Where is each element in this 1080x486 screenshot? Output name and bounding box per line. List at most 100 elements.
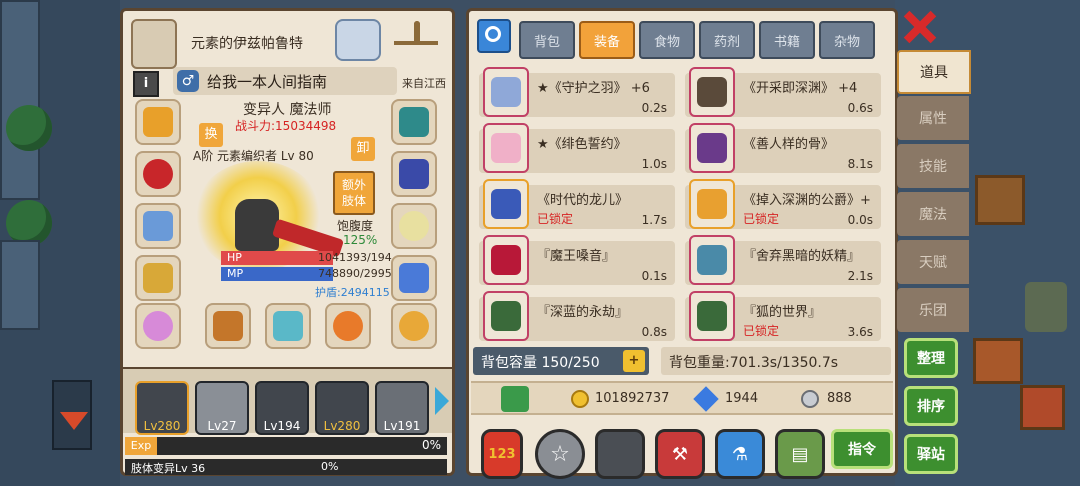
cloak-slot[interactable] bbox=[135, 255, 181, 301]
mirror-slot[interactable] bbox=[391, 203, 437, 249]
sidetab-skills[interactable]: 技能 bbox=[897, 144, 969, 188]
item-icon bbox=[483, 291, 529, 341]
necklace-slot[interactable] bbox=[135, 151, 181, 197]
mp-value: 748890/2995 bbox=[318, 267, 392, 280]
hero-card[interactable]: Lv27 bbox=[195, 381, 249, 435]
tab-backpack[interactable]: 背包 bbox=[519, 21, 575, 59]
tab-food[interactable]: 食物 bbox=[639, 21, 695, 59]
swap-button[interactable]: 换 bbox=[199, 123, 223, 147]
item-sprite bbox=[491, 189, 521, 219]
character-panel: 元素的伊兹帕鲁特 i ♂ 给我一本人间指南 来自江西 变异人 魔法师 战斗力:1… bbox=[120, 8, 455, 476]
npc-sprite bbox=[1025, 282, 1067, 332]
sidetab-magic[interactable]: 魔法 bbox=[897, 192, 969, 236]
sort-button[interactable]: 排序 bbox=[904, 386, 958, 426]
bow-slot[interactable] bbox=[205, 303, 251, 349]
item-sprite bbox=[491, 133, 521, 163]
down-arrow-button[interactable] bbox=[52, 380, 92, 450]
dice-button[interactable]: 123 bbox=[481, 429, 523, 479]
inventory-panel: 背包 装备 食物 药剂 书籍 杂物 ★《守护之羽》 +6 0.2s 《开采即深渊》… bbox=[466, 8, 898, 479]
organize-button[interactable]: 整理 bbox=[904, 338, 958, 378]
inventory-item[interactable]: 『深蓝的永劫』 0.8s bbox=[479, 291, 675, 341]
inventory-item[interactable]: 《开采即深渊》 +4 0.6s bbox=[685, 67, 881, 117]
pumpkin-icon bbox=[333, 311, 363, 341]
empty-slot-button[interactable] bbox=[595, 429, 645, 479]
tab-potion[interactable]: 药剂 bbox=[699, 21, 755, 59]
hero-card[interactable]: Lv194 bbox=[255, 381, 309, 435]
inventory-item[interactable]: 『魔王嗓音』 0.1s bbox=[479, 235, 675, 285]
crown-icon bbox=[143, 107, 173, 137]
tab-misc[interactable]: 杂物 bbox=[819, 21, 875, 59]
item-sprite bbox=[491, 301, 521, 331]
character-class: 变异人 魔法师 bbox=[243, 102, 332, 118]
search-button[interactable] bbox=[477, 19, 511, 53]
expand-bag-button[interactable]: + bbox=[623, 350, 645, 372]
forge-button[interactable]: ⚒ bbox=[655, 429, 705, 479]
item-icon bbox=[689, 291, 735, 341]
inventory-item[interactable]: ★《守护之羽》 +6 0.2s bbox=[479, 67, 675, 117]
inventory-item[interactable]: 『舍弃黑暗的妖精』 2.1s bbox=[685, 235, 881, 285]
tab-books[interactable]: 书籍 bbox=[759, 21, 815, 59]
armor-icon bbox=[399, 159, 429, 189]
character-name-bar: ♂ 给我一本人间指南 bbox=[173, 67, 397, 95]
hero-card[interactable]: Lv280 bbox=[135, 381, 189, 435]
info-icon[interactable]: i bbox=[133, 71, 159, 97]
forge-icon: ⚒ bbox=[671, 443, 689, 465]
mp-bar: MP bbox=[221, 267, 333, 281]
wing-slot[interactable] bbox=[135, 203, 181, 249]
sidetab-attributes[interactable]: 属性 bbox=[897, 96, 969, 140]
hero-card[interactable]: Lv280 bbox=[315, 381, 369, 435]
pet-icon bbox=[143, 311, 173, 341]
character-name: 给我一本人间指南 bbox=[207, 73, 328, 91]
bow-icon bbox=[213, 311, 243, 341]
flask-icon: ⚗ bbox=[731, 443, 749, 465]
search-icon bbox=[485, 26, 501, 42]
teleport-icon[interactable] bbox=[335, 19, 381, 61]
sidetab-talent[interactable]: 天赋 bbox=[897, 240, 969, 284]
item-sprite bbox=[491, 245, 521, 275]
necklace-icon bbox=[143, 159, 173, 189]
inventory-item[interactable]: 《时代的龙儿》 已锁定 1.7s bbox=[479, 179, 675, 229]
book-button[interactable]: ▤ bbox=[775, 429, 825, 479]
item-icon bbox=[689, 179, 735, 229]
armor-slot[interactable] bbox=[391, 151, 437, 197]
item-sprite bbox=[697, 245, 727, 275]
boots-slot[interactable] bbox=[391, 255, 437, 301]
hero-next-arrow-icon[interactable] bbox=[435, 387, 449, 415]
inventory-item[interactable]: 《掉入深渊的公爵》+ 已锁定 0.0s bbox=[685, 179, 881, 229]
crate-decoration bbox=[1020, 385, 1065, 430]
item-icon bbox=[483, 67, 529, 117]
hp-bar: HP bbox=[221, 251, 333, 265]
bag-weight-bar: 背包重量:701.3s/1350.7s bbox=[661, 347, 891, 375]
hero-card[interactable]: Lv191 bbox=[375, 381, 429, 435]
station-button[interactable]: 驿站 bbox=[904, 434, 958, 474]
shield-value: 护盾:2494115 bbox=[315, 286, 390, 299]
helmet-slot[interactable] bbox=[135, 99, 181, 145]
gold-amount: 101892737 bbox=[595, 391, 670, 406]
item-icon bbox=[483, 123, 529, 173]
inventory-item[interactable]: ★《绯色誓约》 1.0s bbox=[479, 123, 675, 173]
spear-slot[interactable] bbox=[265, 303, 311, 349]
diamond-amount: 1944 bbox=[725, 391, 759, 406]
item-icon bbox=[689, 235, 735, 285]
tab-equipment[interactable]: 装备 bbox=[579, 21, 635, 59]
inventory-item[interactable]: 《善人样的骨》 8.1s bbox=[685, 123, 881, 173]
emblem-icon bbox=[131, 19, 177, 69]
shield-slot[interactable] bbox=[391, 99, 437, 145]
pumpkin-slot[interactable] bbox=[325, 303, 371, 349]
close-button[interactable] bbox=[902, 10, 937, 44]
exp-bar: Exp 0% bbox=[125, 437, 447, 455]
pet-slot[interactable] bbox=[135, 303, 181, 349]
star-icon: ☆ bbox=[550, 441, 570, 467]
extra-limbs-button[interactable]: 额外肢体 bbox=[333, 171, 375, 215]
ring-slot[interactable] bbox=[391, 303, 437, 349]
hanger-icon[interactable] bbox=[388, 19, 444, 61]
sidetab-band[interactable]: 乐团 bbox=[897, 288, 969, 332]
inventory-item[interactable]: 『狐的世界』 已锁定 3.6s bbox=[685, 291, 881, 341]
limb-mutation-value: 0% bbox=[321, 460, 339, 473]
alchemy-button[interactable]: ⚗ bbox=[715, 429, 765, 479]
unequip-button[interactable]: 卸 bbox=[351, 137, 375, 161]
sidetab-items[interactable]: 道具 bbox=[897, 50, 971, 94]
favorite-button[interactable]: ☆ bbox=[535, 429, 585, 479]
download-icon[interactable] bbox=[501, 386, 529, 412]
command-button[interactable]: 指令 bbox=[831, 429, 893, 469]
